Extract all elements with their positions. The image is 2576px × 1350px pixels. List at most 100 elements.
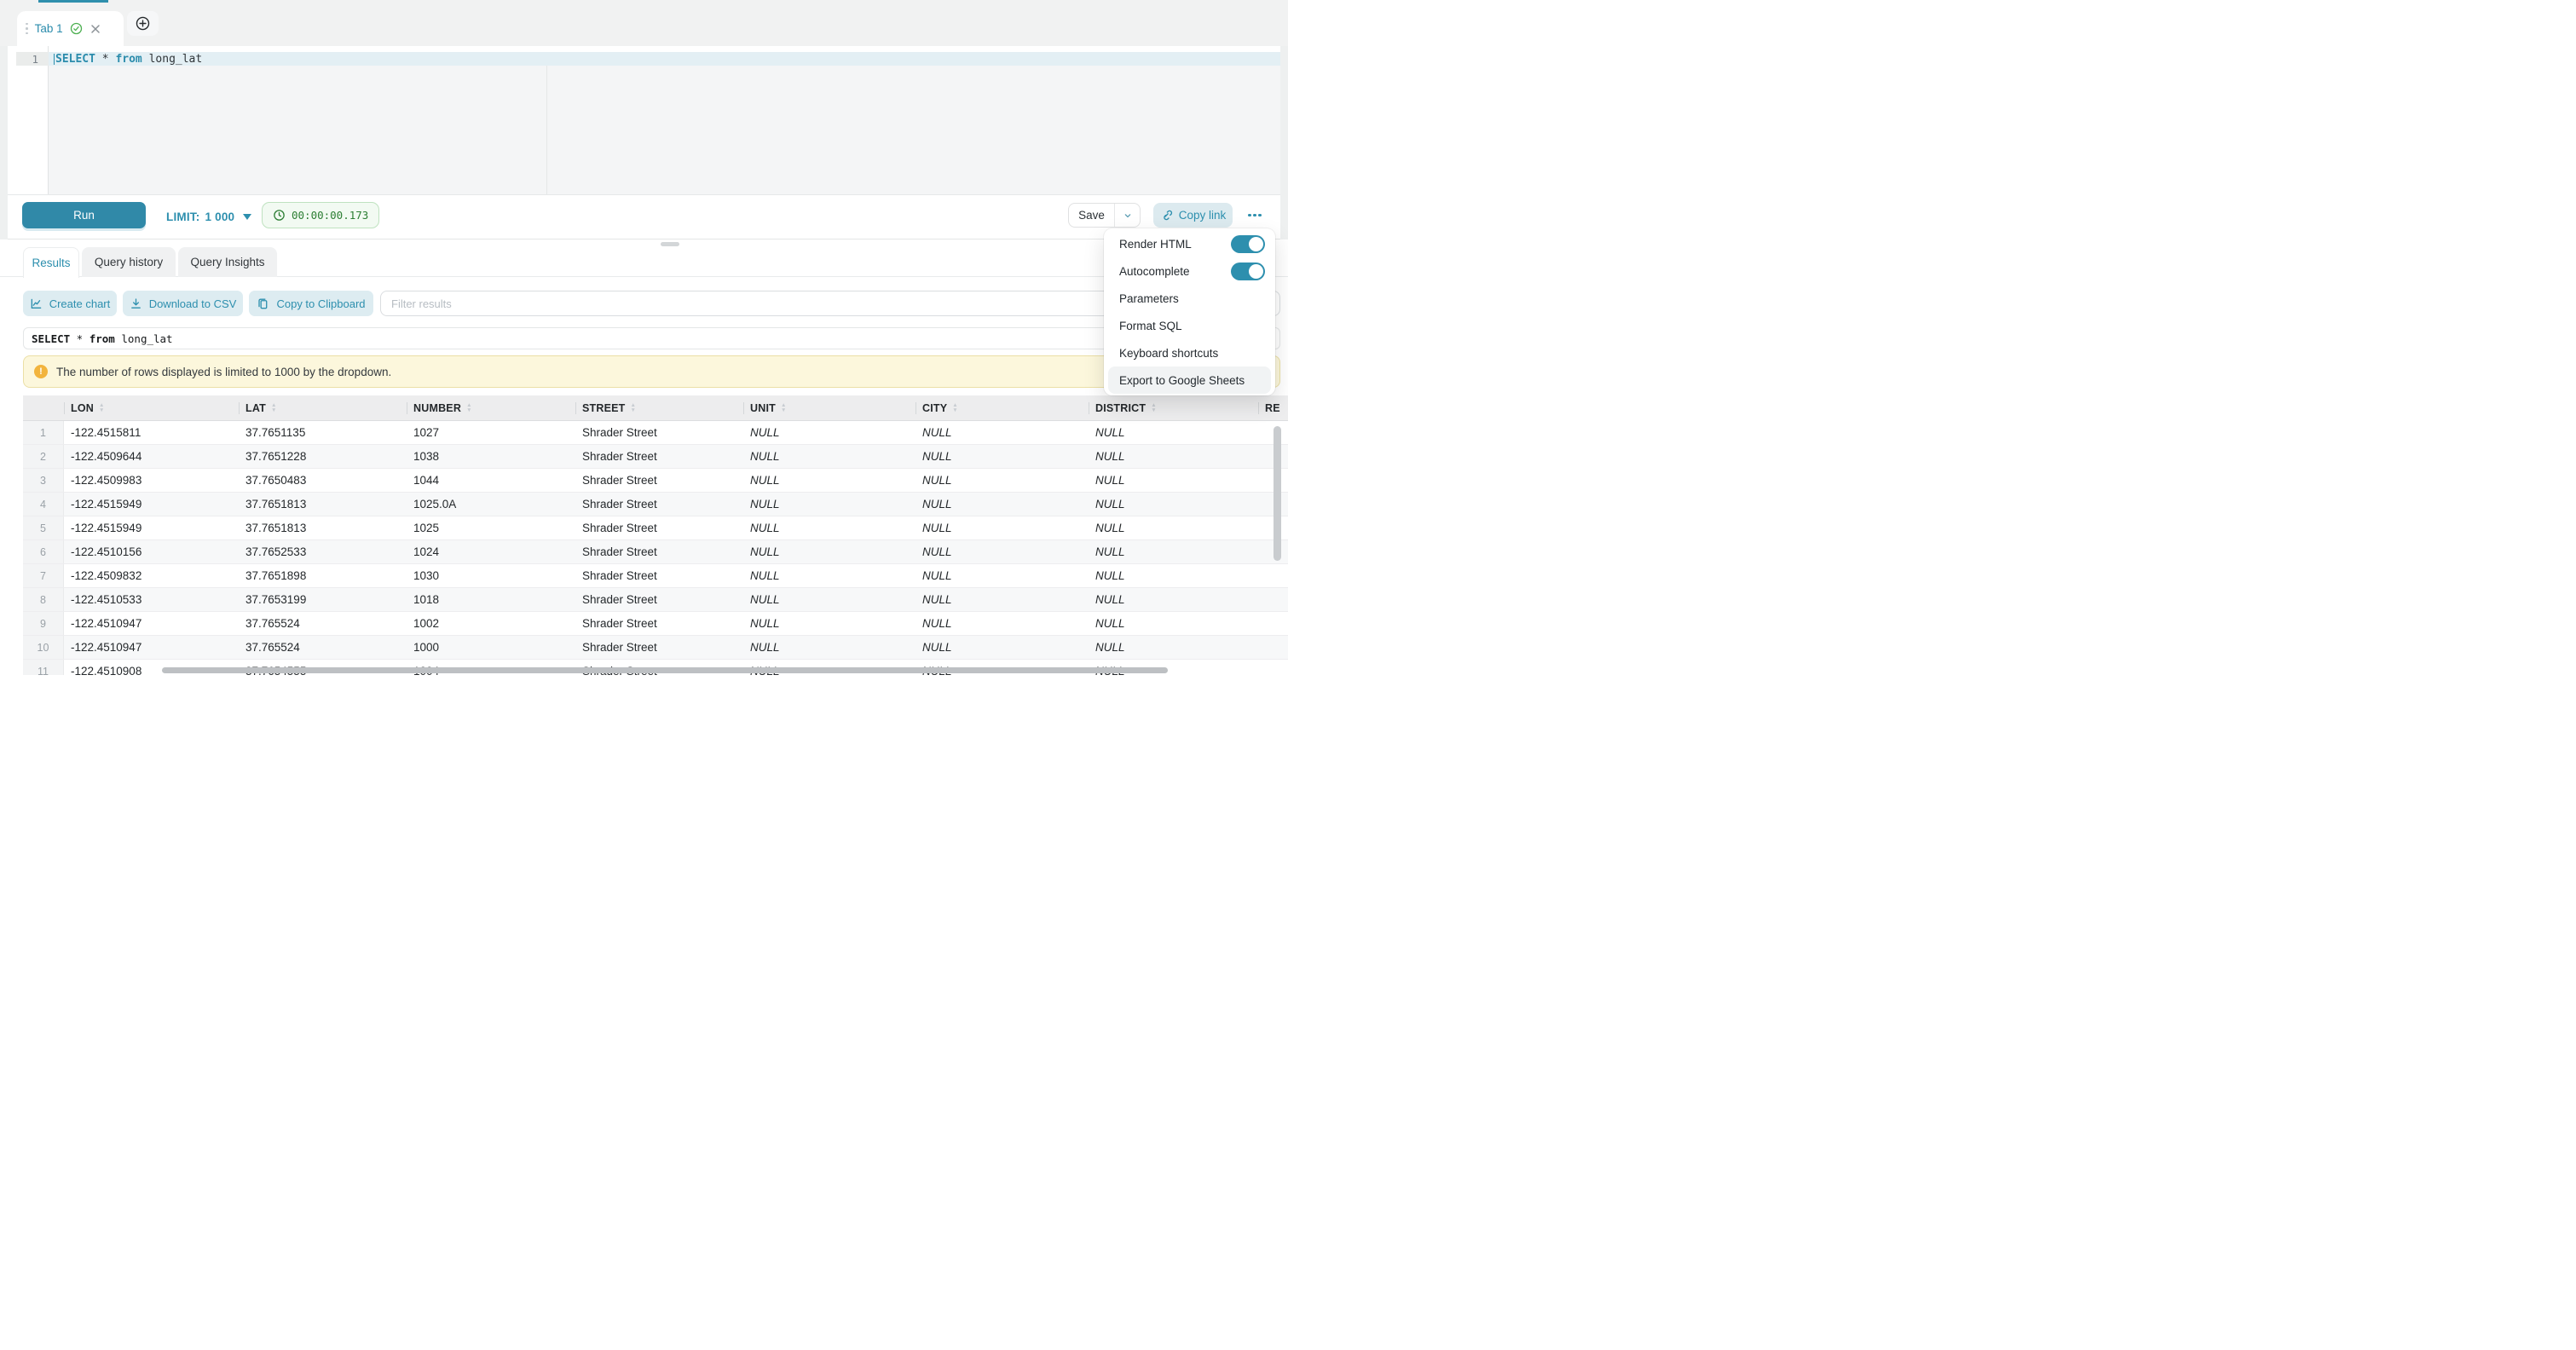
- table-cell[interactable]: 37.765524: [239, 636, 407, 659]
- table-cell[interactable]: Shrader Street: [575, 516, 743, 539]
- menu-item-autocomplete[interactable]: Autocomplete: [1104, 257, 1275, 285]
- table-row[interactable]: 7-122.450983237.76518981030Shrader Stree…: [23, 564, 1288, 588]
- sort-icon[interactable]: ▲▼: [466, 403, 472, 412]
- copy-link-button[interactable]: Copy link: [1153, 203, 1233, 228]
- table-cell[interactable]: [1258, 564, 1288, 587]
- table-row[interactable]: 9-122.451094737.7655241002Shrader Street…: [23, 612, 1288, 636]
- sql-editor[interactable]: 1 SELECT * from long_lat: [0, 46, 1288, 194]
- table-cell[interactable]: NULL: [915, 516, 1089, 539]
- menu-item-format-sql[interactable]: Format SQL: [1104, 312, 1275, 339]
- table-cell[interactable]: -122.4510947: [64, 612, 239, 635]
- table-cell[interactable]: [1258, 612, 1288, 635]
- vertical-scrollbar[interactable]: [1274, 426, 1281, 561]
- table-cell[interactable]: Shrader Street: [575, 636, 743, 659]
- table-cell[interactable]: 1025: [407, 516, 575, 539]
- table-cell[interactable]: NULL: [743, 564, 915, 587]
- sort-icon[interactable]: ▲▼: [1151, 403, 1157, 412]
- table-cell[interactable]: 1044: [407, 469, 575, 492]
- table-row[interactable]: 1-122.451581137.76511351027Shrader Stree…: [23, 421, 1288, 445]
- table-cell[interactable]: [1258, 636, 1288, 659]
- sort-icon[interactable]: ▲▼: [99, 403, 105, 412]
- table-cell[interactable]: -122.4510947: [64, 636, 239, 659]
- table-cell[interactable]: 1000: [407, 636, 575, 659]
- table-cell[interactable]: Shrader Street: [575, 588, 743, 611]
- download-csv-button[interactable]: Download to CSV: [123, 291, 243, 316]
- column-header-district[interactable]: DISTRICT▲▼: [1089, 395, 1258, 420]
- table-cell[interactable]: NULL: [915, 636, 1089, 659]
- table-cell[interactable]: Shrader Street: [575, 564, 743, 587]
- column-header-number[interactable]: NUMBER▲▼: [407, 395, 575, 420]
- editor-empty-area[interactable]: [49, 66, 1280, 194]
- table-cell[interactable]: NULL: [915, 469, 1089, 492]
- table-cell[interactable]: 1027: [407, 421, 575, 444]
- table-cell[interactable]: NULL: [1089, 493, 1258, 516]
- table-cell[interactable]: NULL: [915, 421, 1089, 444]
- save-button[interactable]: Save: [1069, 204, 1115, 227]
- table-cell[interactable]: 37.7651135: [239, 421, 407, 444]
- create-chart-button[interactable]: Create chart: [23, 291, 117, 316]
- table-cell[interactable]: NULL: [743, 516, 915, 539]
- new-tab-button[interactable]: [127, 11, 159, 36]
- table-cell[interactable]: NULL: [1089, 612, 1258, 635]
- table-cell[interactable]: NULL: [743, 612, 915, 635]
- drag-handle-icon[interactable]: [26, 23, 28, 35]
- table-cell[interactable]: -122.4515811: [64, 421, 239, 444]
- table-cell[interactable]: -122.4510533: [64, 588, 239, 611]
- sort-icon[interactable]: ▲▼: [781, 403, 787, 412]
- table-cell[interactable]: NULL: [1089, 636, 1258, 659]
- table-cell[interactable]: 37.7651813: [239, 516, 407, 539]
- menu-item-render-html[interactable]: Render HTML: [1104, 230, 1275, 257]
- table-cell[interactable]: NULL: [743, 445, 915, 468]
- column-header-unit[interactable]: UNIT▲▼: [743, 395, 915, 420]
- table-cell[interactable]: NULL: [915, 493, 1089, 516]
- table-cell[interactable]: [1258, 660, 1288, 675]
- copy-to-clipboard-button[interactable]: Copy to Clipboard: [249, 291, 373, 316]
- toggle-switch[interactable]: [1231, 235, 1265, 253]
- table-cell[interactable]: Shrader Street: [575, 469, 743, 492]
- table-cell[interactable]: NULL: [743, 540, 915, 563]
- column-header-lat[interactable]: LAT▲▼: [239, 395, 407, 420]
- table-cell[interactable]: NULL: [743, 493, 915, 516]
- table-cell[interactable]: -122.4509832: [64, 564, 239, 587]
- table-cell[interactable]: NULL: [1089, 516, 1258, 539]
- sort-icon[interactable]: ▲▼: [631, 403, 637, 412]
- table-cell[interactable]: NULL: [915, 540, 1089, 563]
- table-cell[interactable]: 1025.0A: [407, 493, 575, 516]
- table-cell[interactable]: NULL: [915, 612, 1089, 635]
- table-cell[interactable]: -122.4509644: [64, 445, 239, 468]
- menu-item-parameters[interactable]: Parameters: [1104, 285, 1275, 312]
- toggle-switch[interactable]: [1231, 262, 1265, 280]
- table-cell[interactable]: 37.7651228: [239, 445, 407, 468]
- menu-item-keyboard-shortcuts[interactable]: Keyboard shortcuts: [1104, 339, 1275, 366]
- sort-icon[interactable]: ▲▼: [271, 403, 277, 412]
- table-row[interactable]: 4-122.451594937.76518131025.0AShrader St…: [23, 493, 1288, 516]
- table-cell[interactable]: -122.4510156: [64, 540, 239, 563]
- limit-dropdown[interactable]: LIMIT: 1 000: [166, 195, 251, 239]
- table-cell[interactable]: Shrader Street: [575, 445, 743, 468]
- table-cell[interactable]: NULL: [743, 421, 915, 444]
- table-row[interactable]: 5-122.451594937.76518131025Shrader Stree…: [23, 516, 1288, 540]
- table-row[interactable]: 8-122.451053337.76531991018Shrader Stree…: [23, 588, 1288, 612]
- table-cell[interactable]: NULL: [1089, 421, 1258, 444]
- table-cell[interactable]: -122.4509983: [64, 469, 239, 492]
- table-cell[interactable]: Shrader Street: [575, 540, 743, 563]
- menu-item-export-to-google-sheets[interactable]: Export to Google Sheets: [1108, 366, 1271, 394]
- tab-query-insights[interactable]: Query Insights: [178, 247, 277, 277]
- table-cell[interactable]: NULL: [743, 469, 915, 492]
- table-row[interactable]: 2-122.450964437.76512281038Shrader Stree…: [23, 445, 1288, 469]
- table-cell[interactable]: 37.765524: [239, 612, 407, 635]
- table-cell[interactable]: 37.7651813: [239, 493, 407, 516]
- table-cell[interactable]: NULL: [1089, 445, 1258, 468]
- table-cell[interactable]: NULL: [915, 445, 1089, 468]
- table-cell[interactable]: Shrader Street: [575, 612, 743, 635]
- table-cell[interactable]: -122.4515949: [64, 516, 239, 539]
- table-cell[interactable]: NULL: [743, 588, 915, 611]
- table-cell[interactable]: NULL: [1089, 588, 1258, 611]
- table-cell[interactable]: 1018: [407, 588, 575, 611]
- column-header-street[interactable]: STREET▲▼: [575, 395, 743, 420]
- table-cell[interactable]: 37.7652533: [239, 540, 407, 563]
- more-options-button[interactable]: [1243, 203, 1267, 228]
- tab-query-history[interactable]: Query history: [82, 247, 176, 277]
- table-cell[interactable]: NULL: [1089, 540, 1258, 563]
- editor-active-line[interactable]: SELECT * from long_lat: [49, 52, 1280, 66]
